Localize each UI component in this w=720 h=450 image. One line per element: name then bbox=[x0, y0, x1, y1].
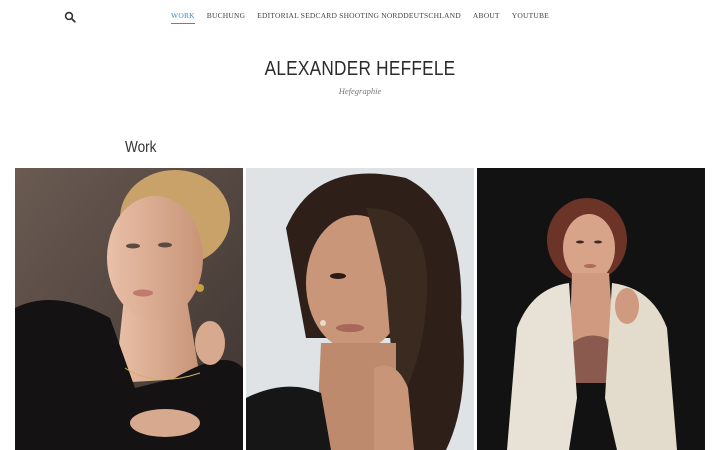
gallery-photo-3[interactable] bbox=[477, 168, 705, 450]
nav-item-youtube[interactable]: YOUTUBE bbox=[512, 11, 549, 23]
nav-item-editorial-sedcard[interactable]: EDITORIAL SEDCARD SHOOTING NORDDEUTSCHLA… bbox=[257, 11, 461, 23]
gallery-photo-2[interactable] bbox=[246, 168, 474, 450]
main-menu: WORK BUCHUNG EDITORIAL SEDCARD SHOOTING … bbox=[0, 11, 720, 24]
portrait-image bbox=[477, 168, 705, 450]
site-tagline: Hefegraphie bbox=[338, 86, 382, 96]
page: WORK BUCHUNG EDITORIAL SEDCARD SHOOTING … bbox=[0, 0, 720, 450]
nav-item-buchung[interactable]: BUCHUNG bbox=[207, 11, 246, 23]
site-title[interactable]: ALEXANDER HEFFELE bbox=[50, 58, 669, 81]
nav-item-work[interactable]: WORK bbox=[171, 11, 195, 24]
nav-item-about[interactable]: ABOUT bbox=[473, 11, 500, 23]
top-navigation-bar: WORK BUCHUNG EDITORIAL SEDCARD SHOOTING … bbox=[0, 0, 720, 32]
portrait-image bbox=[246, 168, 474, 450]
portrait-image bbox=[15, 168, 243, 450]
gallery-photo-1[interactable] bbox=[15, 168, 243, 450]
section-heading: Work bbox=[125, 139, 157, 156]
photo-gallery bbox=[15, 168, 705, 450]
